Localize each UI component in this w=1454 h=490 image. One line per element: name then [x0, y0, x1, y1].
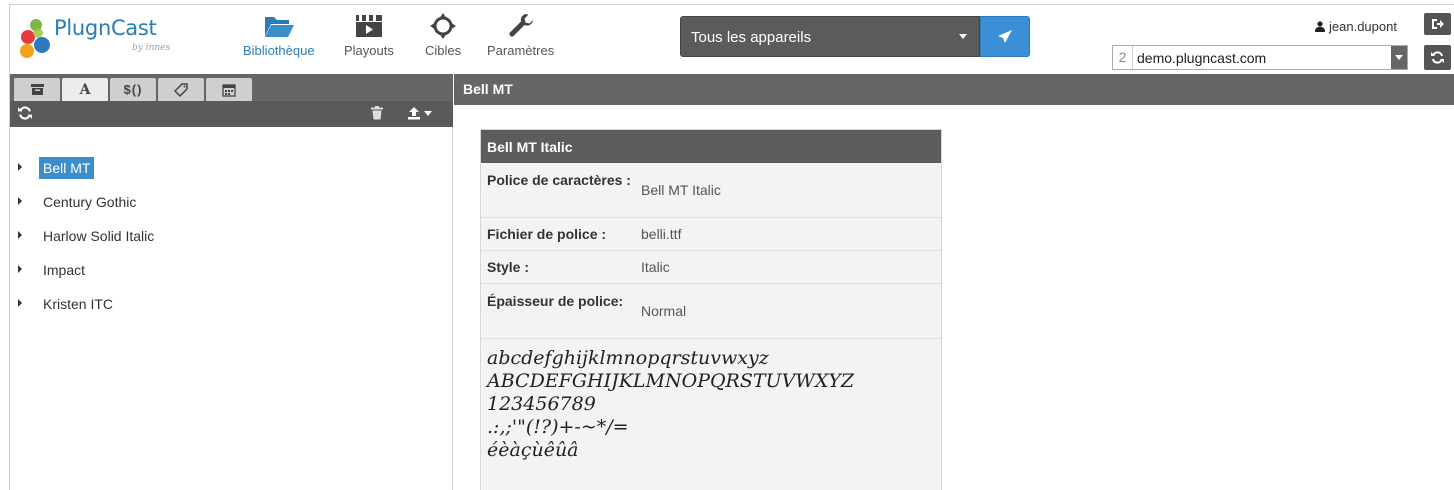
logo[interactable]: PlugnCast by innes [18, 13, 178, 65]
sign-out-icon [1432, 19, 1444, 29]
upload-button[interactable] [407, 106, 432, 120]
trash-icon [371, 106, 383, 120]
delete-button[interactable] [371, 106, 383, 124]
library-panel: A $() Bell MT Century Gothic Harlow Soli… [10, 74, 453, 490]
caret-down-icon [424, 110, 432, 116]
logo-text: PlugnCast [54, 16, 157, 40]
nav-parametres[interactable]: Paramètres [487, 11, 554, 63]
refresh-icon [18, 106, 32, 120]
header: PlugnCast by innes Bibliothèque Playouts… [10, 5, 1454, 73]
nav-playouts[interactable]: Playouts [344, 11, 394, 63]
tree-item[interactable]: Bell MT [18, 157, 158, 191]
clapperboard-icon [354, 11, 384, 41]
tree-item-label: Impact [43, 262, 86, 278]
wrench-icon [507, 11, 535, 41]
nav-label: Paramètres [487, 43, 555, 58]
server-index: 2 [1113, 46, 1133, 69]
property-label: Fichier de police : [487, 226, 607, 242]
sample-line: abcdefghijklmnopqrstuvwxyz [487, 347, 769, 369]
property-value: Italic [641, 259, 670, 275]
server-select[interactable]: 2 demo.plugncast.com [1112, 45, 1408, 70]
property-value: belli.ttf [641, 226, 682, 242]
font-card-title: Bell MT Italic [481, 130, 941, 163]
property-row: Police de caractères : Bell MT Italic [481, 163, 941, 218]
nav-label: Bibliothèque [243, 43, 315, 58]
detail-title: Bell MT [454, 74, 1454, 105]
calendar-icon [222, 83, 236, 97]
sample-line: ABCDEFGHIJKLMNOPQRSTUVWXYZ [487, 370, 855, 392]
sample-line: éèàçùêûâ [487, 439, 579, 461]
expand-arrow-icon[interactable] [18, 163, 22, 171]
property-value: Bell MT Italic [641, 182, 721, 198]
crosshair-icon [429, 11, 457, 41]
library-tabs: A $() [10, 74, 453, 101]
nav-bibliotheque[interactable]: Bibliothèque [243, 11, 315, 63]
property-row: Style : Italic [481, 251, 941, 284]
server-host: demo.plugncast.com [1137, 49, 1267, 66]
tree-item[interactable]: Century Gothic [18, 191, 158, 225]
tree-item[interactable]: Harlow Solid Italic [18, 225, 158, 259]
sample-line: 123456789 [487, 393, 596, 415]
nav-label: Cibles [425, 43, 462, 58]
device-select-value: Tous les appareils [691, 29, 812, 46]
folder-open-icon [263, 11, 295, 41]
font-card: Bell MT Italic Police de caractères : Be… [480, 129, 942, 490]
chevron-down-icon [1391, 46, 1407, 69]
property-value: Normal [641, 303, 687, 319]
logo-subtitle: by innes [132, 43, 171, 53]
font-tree: Bell MT Century Gothic Harlow Solid Ital… [18, 157, 158, 327]
tree-item-label: Harlow Solid Italic [43, 228, 155, 244]
property-row: Épaisseur de police: Normal [481, 284, 941, 339]
library-toolbar [10, 101, 453, 127]
tab-fonts[interactable]: A [62, 78, 108, 101]
tab-tags[interactable] [158, 78, 204, 101]
tree-item-label: Century Gothic [43, 194, 137, 210]
tree-item[interactable]: Kristen ITC [18, 293, 158, 327]
upload-icon [408, 107, 420, 120]
tree-item-label: Bell MT [39, 157, 95, 179]
chevron-down-icon [959, 34, 967, 39]
launch-button[interactable] [980, 16, 1030, 57]
tab-archive[interactable] [14, 78, 60, 101]
refresh-server-button[interactable] [1424, 45, 1451, 70]
tree-item[interactable]: Impact [18, 259, 158, 293]
app-frame: PlugnCast by innes Bibliothèque Playouts… [9, 4, 1454, 490]
expand-arrow-icon[interactable] [18, 265, 22, 273]
nav-label: Playouts [344, 43, 394, 58]
variable-icon: $() [123, 82, 143, 97]
nav-cibles[interactable]: Cibles [425, 11, 461, 63]
refresh-button[interactable] [18, 106, 32, 124]
expand-arrow-icon[interactable] [18, 231, 22, 239]
tab-calendar[interactable] [206, 78, 252, 101]
font-sample: abcdefghijklmnopqrstuvwxyz ABCDEFGHIJKLM… [481, 339, 941, 462]
device-select[interactable]: Tous les appareils [680, 16, 980, 57]
property-label: Épaisseur de police: [487, 293, 624, 309]
user-icon [1315, 21, 1325, 32]
logo-icon [20, 19, 50, 58]
tree-item-label: Kristen ITC [43, 296, 114, 312]
property-label: Style : [487, 259, 530, 275]
rocket-icon [998, 29, 1012, 43]
expand-arrow-icon[interactable] [18, 299, 22, 307]
property-label: Police de caractères : [487, 172, 631, 188]
tag-icon [174, 82, 188, 97]
sample-line: .:,;'"(!?)+-~*/= [487, 416, 629, 438]
refresh-icon [1431, 51, 1444, 64]
expand-arrow-icon[interactable] [18, 197, 22, 205]
property-row: Fichier de police : belli.ttf [481, 218, 941, 251]
archive-icon [30, 84, 44, 95]
user-menu[interactable]: jean.dupont [1315, 19, 1397, 34]
user-name: jean.dupont [1329, 19, 1397, 34]
tab-variables[interactable]: $() [110, 78, 156, 101]
logout-button[interactable] [1424, 13, 1451, 35]
font-icon: A [79, 81, 91, 98]
